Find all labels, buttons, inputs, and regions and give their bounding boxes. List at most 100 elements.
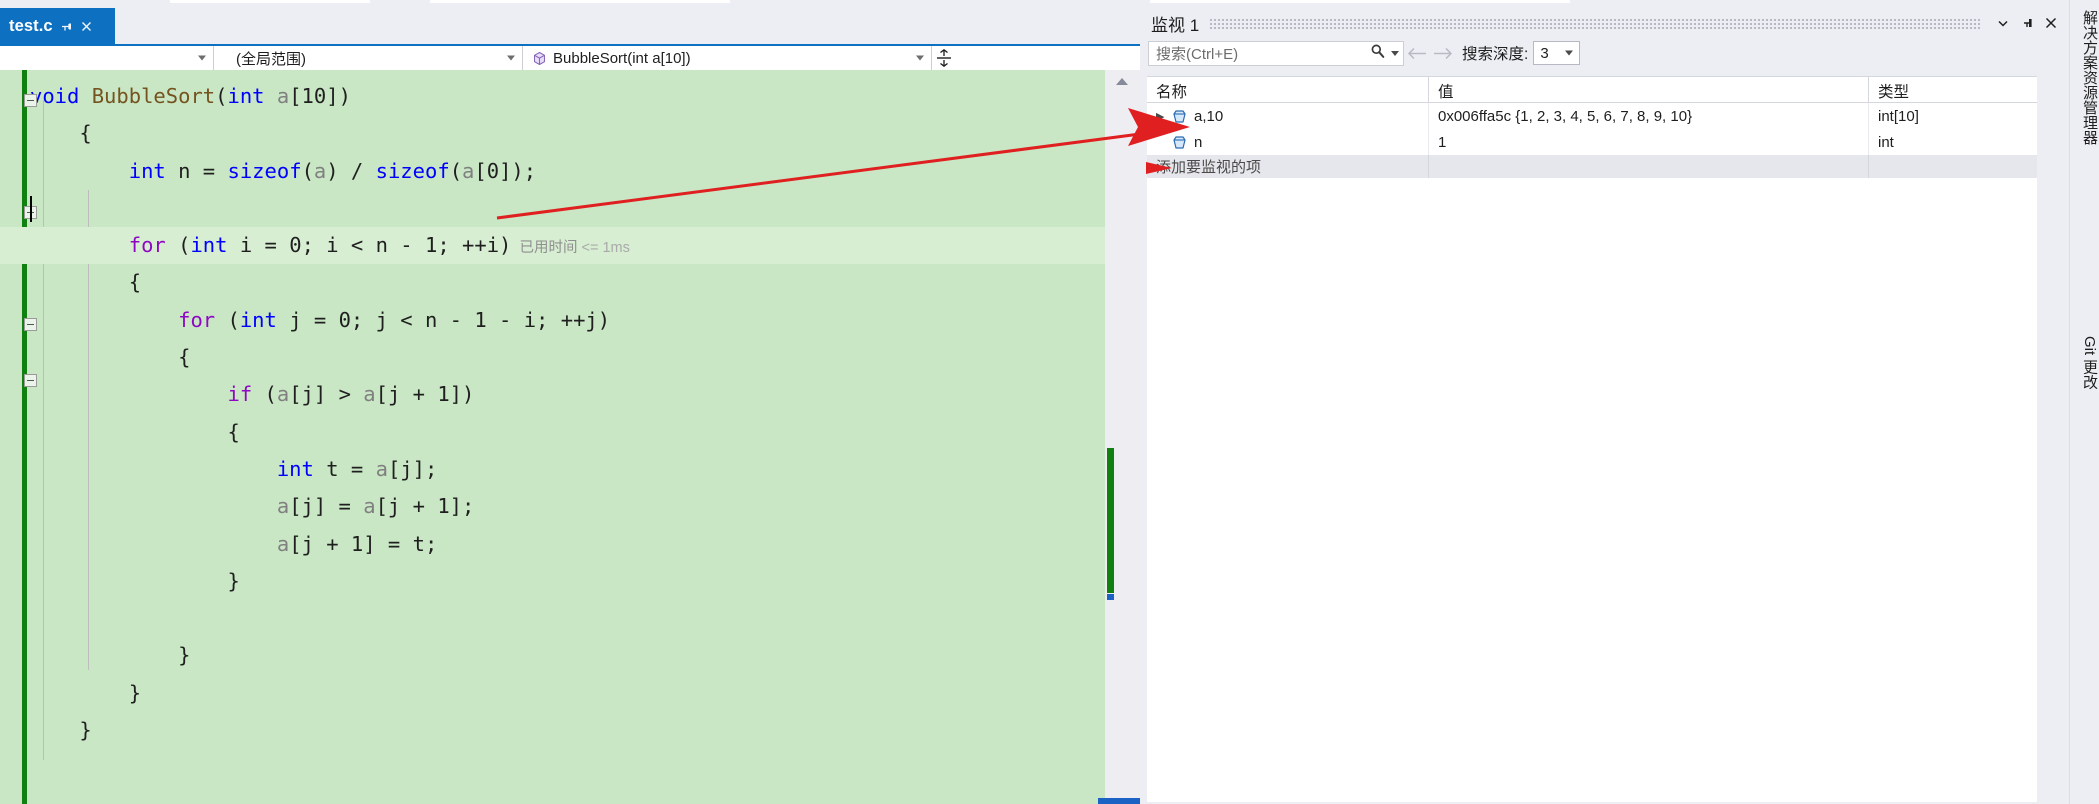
function-dropdown[interactable]: BubbleSort(int a[10]) <box>523 46 931 70</box>
watch-variable-icon <box>1172 134 1194 151</box>
code-token: ; ++i) <box>437 233 512 258</box>
code-line[interactable]: if (a[j] > a[j + 1]) <box>0 376 1105 413</box>
code-line[interactable]: void BubbleSort(int a[10]) <box>0 78 1105 115</box>
watch-rows-container: ▶ a,10 0x006ffa5c {1, 2, 3, 4, 5, 6, 7, 8,… <box>1147 103 2037 155</box>
code-line[interactable]: } <box>0 675 1105 712</box>
split-window-icon[interactable] <box>932 46 956 70</box>
code-line[interactable] <box>0 600 1105 637</box>
code-token: { <box>178 345 191 370</box>
code-token: 0 <box>486 158 500 183</box>
search-input[interactable]: 搜索(Ctrl+E) <box>1148 40 1404 66</box>
code-line[interactable]: int n = sizeof(a) / sizeof(a[0]); <box>0 153 1105 190</box>
watch-row-name: a,10 <box>1194 107 1224 125</box>
code-token: ( <box>301 158 314 183</box>
code-line[interactable]: { <box>0 339 1105 376</box>
code-token: sizeof <box>375 158 450 183</box>
code-token: } <box>128 680 142 705</box>
chevron-down-icon[interactable] <box>1991 12 2015 34</box>
arrow-left-icon[interactable] <box>1404 41 1430 66</box>
code-token: ]) <box>326 84 351 108</box>
code-token: for <box>128 233 166 258</box>
editor-vertical-scrollbar[interactable] <box>1105 70 1140 804</box>
code-line[interactable] <box>0 190 1105 227</box>
outline-expander-block-3[interactable] <box>24 374 37 387</box>
column-header-name[interactable]: 名称 <box>1147 77 1429 102</box>
code-line[interactable]: } <box>0 712 1105 749</box>
code-token: a <box>462 158 475 183</box>
watch-row-type: int[10] <box>1878 107 1919 125</box>
pin-icon[interactable] <box>2015 12 2039 34</box>
pin-icon[interactable] <box>60 20 73 33</box>
code-token: j = <box>276 307 339 332</box>
code-token: int <box>190 233 228 258</box>
expand-triangle-icon[interactable]: ▶ <box>1156 110 1172 123</box>
code-line[interactable]: } <box>0 637 1105 674</box>
watch-row-name: n <box>1194 133 1203 151</box>
arrow-right-icon[interactable] <box>1430 41 1456 66</box>
panel-drag-grip[interactable] <box>1209 17 1981 29</box>
code-line[interactable]: { <box>0 414 1105 451</box>
search-icon[interactable] <box>1370 43 1386 64</box>
watch-panel-header: 监视 1 <box>1145 8 2069 38</box>
visual-studio-window: test.c (全局范围) BubbleSort(int a[10]) void… <box>0 0 2099 804</box>
editor-navigation-bar: (全局范围) BubbleSort(int a[10]) <box>0 44 1140 70</box>
code-line[interactable]: for (int i = 0; i < n - 1; ++i) 已用时间 <= … <box>0 227 1105 265</box>
editor-horizontal-scrollbar[interactable] <box>1098 798 1140 804</box>
code-token: 1 <box>350 531 364 556</box>
code-line[interactable]: { <box>0 264 1105 301</box>
chevron-down-icon <box>916 55 924 61</box>
watch-row-value[interactable]: 0x006ffa5c {1, 2, 3, 4, 5, 6, 7, 8, 9, 1… <box>1429 103 1869 129</box>
scroll-up-icon[interactable] <box>1116 78 1128 85</box>
scope-dropdown[interactable] <box>0 46 213 70</box>
code-token: int <box>128 158 166 183</box>
code-token: a <box>363 494 376 519</box>
code-line[interactable]: int t = a[j]; <box>0 451 1105 488</box>
global-scope-dropdown[interactable]: (全局范围) <box>214 46 522 70</box>
code-line[interactable]: a[j + 1] = t; <box>0 526 1105 563</box>
search-depth-select[interactable]: 3 <box>1533 41 1581 65</box>
code-token: 1 <box>437 382 450 407</box>
code-token: ) / <box>326 158 376 183</box>
watch-variables-grid[interactable]: 名称 值 类型 ▶ a,10 0x006ffa5c {1, 2, 3, 4, 5, … <box>1147 76 2037 802</box>
code-token: { <box>128 270 142 295</box>
document-tab-test-c[interactable]: test.c <box>0 8 115 44</box>
code-token: ( <box>449 158 463 183</box>
watch-row-name-cell[interactable]: n <box>1147 129 1429 155</box>
column-header-value[interactable]: 值 <box>1429 77 1869 102</box>
chevron-down-icon <box>507 55 515 61</box>
code-token: [ <box>474 158 487 183</box>
watch-row-name-cell[interactable]: ▶ a,10 <box>1147 103 1429 129</box>
code-line[interactable]: } <box>0 563 1105 600</box>
close-icon[interactable] <box>2039 12 2063 34</box>
right-dock-rail: 解决方案资源管理器 Git 更改 <box>2069 0 2099 804</box>
vertical-tab-git-changes[interactable]: Git 更改 <box>2070 330 2099 395</box>
code-token: a <box>363 382 376 407</box>
column-header-type[interactable]: 类型 <box>1869 77 2037 102</box>
code-token: int <box>276 456 314 481</box>
document-tab-label: test.c <box>9 16 53 35</box>
chevron-down-icon <box>198 55 206 61</box>
watch-row[interactable]: n 1 int <box>1147 129 2037 155</box>
watch-add-value-cell <box>1429 155 1869 178</box>
code-surface[interactable]: void BubbleSort(int a[10]) { int n = siz… <box>0 70 1105 804</box>
code-line[interactable]: { <box>0 115 1105 152</box>
code-line[interactable]: a[j] = a[j + 1]; <box>0 488 1105 525</box>
watch-add-item-row[interactable]: 添加要监视的项 <box>1147 155 2037 178</box>
close-icon[interactable] <box>80 20 93 33</box>
watch-row[interactable]: ▶ a,10 0x006ffa5c {1, 2, 3, 4, 5, 6, 7, 8,… <box>1147 103 2037 129</box>
code-token: ( <box>252 382 277 407</box>
elapsed-time-annotation[interactable]: 已用时间 <= 1ms <box>511 240 629 256</box>
outline-expander-function[interactable] <box>24 94 37 107</box>
code-token: ]; <box>449 494 475 519</box>
code-token: { <box>79 121 92 146</box>
code-token: ; j < n - <box>350 307 475 332</box>
code-token: int <box>227 84 265 108</box>
code-line[interactable]: for (int j = 0; j < n - 1 - i; ++j) <box>0 302 1105 339</box>
code-token: i = <box>227 233 290 258</box>
chevron-down-icon[interactable] <box>1391 50 1399 56</box>
code-editor: void BubbleSort(int a[10]) { int n = siz… <box>0 70 1140 804</box>
vertical-tab-solution-explorer[interactable]: 解决方案资源管理器 <box>2070 4 2099 151</box>
top-strip <box>0 0 2099 8</box>
outline-expander-block-2[interactable] <box>24 318 37 331</box>
watch-row-value[interactable]: 1 <box>1429 129 1869 155</box>
